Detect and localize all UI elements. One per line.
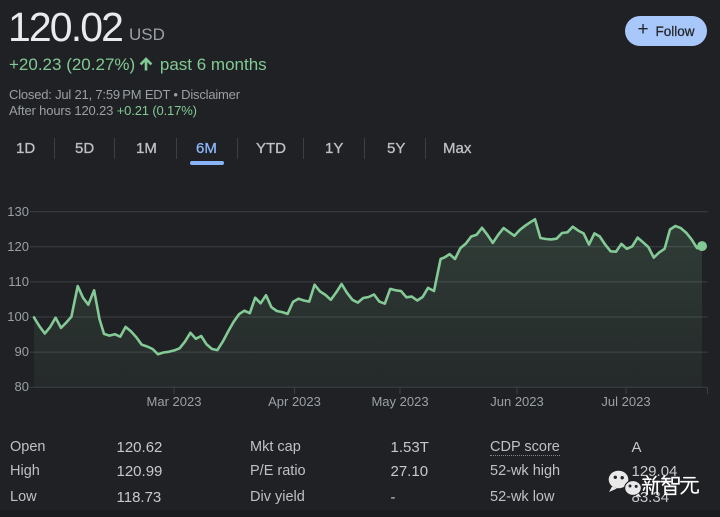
svg-text:90: 90: [15, 344, 29, 359]
svg-text:100: 100: [7, 309, 29, 324]
svg-text:Apr 2023: Apr 2023: [268, 394, 321, 409]
svg-text:120: 120: [7, 239, 29, 254]
svg-text:Mar 2023: Mar 2023: [147, 394, 202, 409]
svg-text:Jun 2023: Jun 2023: [490, 394, 544, 409]
svg-text:May 2023: May 2023: [371, 394, 428, 409]
svg-text:80: 80: [15, 379, 29, 394]
svg-text:Jul 2023: Jul 2023: [601, 394, 650, 409]
svg-text:130: 130: [7, 204, 29, 219]
svg-text:110: 110: [8, 274, 29, 289]
